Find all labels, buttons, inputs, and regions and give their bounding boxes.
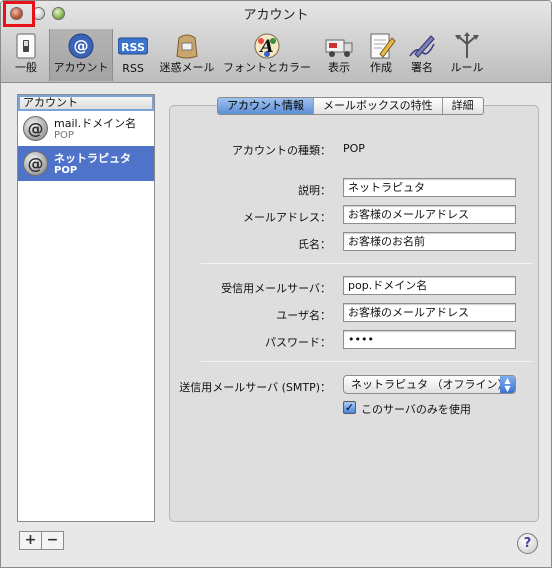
toolbar-item-general[interactable]: 一般 (5, 29, 47, 81)
rules-arrows-icon (452, 32, 482, 60)
password-label: パスワード： (265, 336, 331, 349)
compose-pencil-icon (366, 32, 396, 60)
general-switch-icon (11, 32, 41, 60)
account-list-item[interactable]: @ mail.ドメイン名 POP (18, 111, 154, 146)
username-field[interactable]: お客様のメールアドレス (343, 303, 516, 322)
at-account-icon: @ (23, 116, 48, 141)
toolbar-item-signatures[interactable]: 署名 (403, 29, 441, 81)
at-sign-icon: @ (66, 32, 96, 60)
account-type-value: POP (343, 142, 365, 155)
add-remove-control: + − (19, 531, 64, 550)
smtp-server-popup[interactable]: ネットラピュタ （オフライン） ▲ ▼ (343, 375, 516, 394)
section-divider (201, 263, 533, 264)
preferences-toolbar: 一般 @ アカウント RSS RSS 迷惑メール A フォントとカラー 表示 作… (1, 29, 551, 81)
description-field[interactable]: ネットラピュタ (343, 178, 516, 197)
section-divider (201, 361, 533, 362)
full-name-label: 氏名： (298, 238, 331, 251)
junk-mail-bag-icon (172, 32, 202, 60)
rss-icon: RSS (117, 32, 149, 60)
at-account-icon: @ (23, 151, 48, 176)
popup-arrows-icon: ▲ ▼ (500, 376, 515, 393)
full-name-field[interactable]: お客様のお名前 (343, 232, 516, 251)
help-button[interactable]: ? (517, 533, 538, 554)
description-label: 説明： (298, 184, 331, 197)
accounts-list: アカウント @ mail.ドメイン名 POP @ ネットラピュタ POP (17, 94, 155, 522)
accounts-list-header: アカウント (18, 95, 154, 111)
tab-mailbox-behaviors[interactable]: メールボックスの特性 (313, 98, 442, 114)
email-field[interactable]: お客様のメールアドレス (343, 205, 516, 224)
tab-bar: アカウント情報 メールボックスの特性 詳細 (217, 97, 484, 115)
titlebar: アカウント 一般 @ アカウント RSS RSS 迷惑メール A フォントとカラ… (1, 1, 551, 83)
email-label: メールアドレス： (243, 211, 331, 224)
add-account-button[interactable]: + (20, 532, 41, 549)
toolbar-item-accounts[interactable]: @ アカウント (49, 29, 113, 81)
view-postal-truck-icon (324, 32, 354, 60)
toolbar-item-compose[interactable]: 作成 (363, 29, 399, 81)
toolbar-item-fonts-colors[interactable]: A フォントとカラー (221, 29, 313, 81)
account-type-label: アカウントの種類： (232, 144, 331, 157)
window-title: アカウント (243, 8, 309, 23)
only-this-server-checkbox[interactable]: ✓ (343, 401, 356, 414)
svg-text:@: @ (74, 37, 89, 55)
account-list-item-selected[interactable]: @ ネットラピュタ POP (18, 146, 154, 181)
toolbar-item-view[interactable]: 表示 (319, 29, 359, 81)
svg-text:RSS: RSS (121, 41, 145, 54)
toolbar-item-rules[interactable]: ルール (443, 29, 491, 81)
svg-text:A: A (258, 37, 273, 57)
account-name: mail.ドメイン名 (54, 117, 137, 130)
incoming-server-label: 受信用メールサーバ： (221, 282, 331, 295)
username-label: ユーザ名： (276, 309, 331, 322)
remove-account-button[interactable]: − (41, 532, 63, 549)
account-type: POP (54, 165, 78, 176)
tab-account-info[interactable]: アカウント情報 (218, 98, 313, 114)
signature-pen-icon (407, 32, 437, 60)
smtp-server-label: 送信用メールサーバ (SMTP)： (179, 381, 331, 394)
font-color-a-icon: A (252, 32, 282, 60)
password-field[interactable]: •••• (343, 330, 516, 349)
account-type: POP (54, 130, 74, 141)
toolbar-item-junk-mail[interactable]: 迷惑メール (155, 29, 219, 81)
preferences-window: アカウント 一般 @ アカウント RSS RSS 迷惑メール A フォントとカラ… (0, 0, 552, 568)
tab-advanced[interactable]: 詳細 (441, 98, 483, 114)
smtp-server-selected-value: ネットラピュタ （オフライン） (351, 378, 509, 391)
incoming-server-field[interactable]: pop.ドメイン名 (343, 276, 516, 295)
toolbar-item-rss[interactable]: RSS RSS (115, 29, 151, 81)
only-this-server-label: このサーバのみを使用 (361, 403, 471, 416)
account-name: ネットラピュタ (54, 152, 131, 165)
